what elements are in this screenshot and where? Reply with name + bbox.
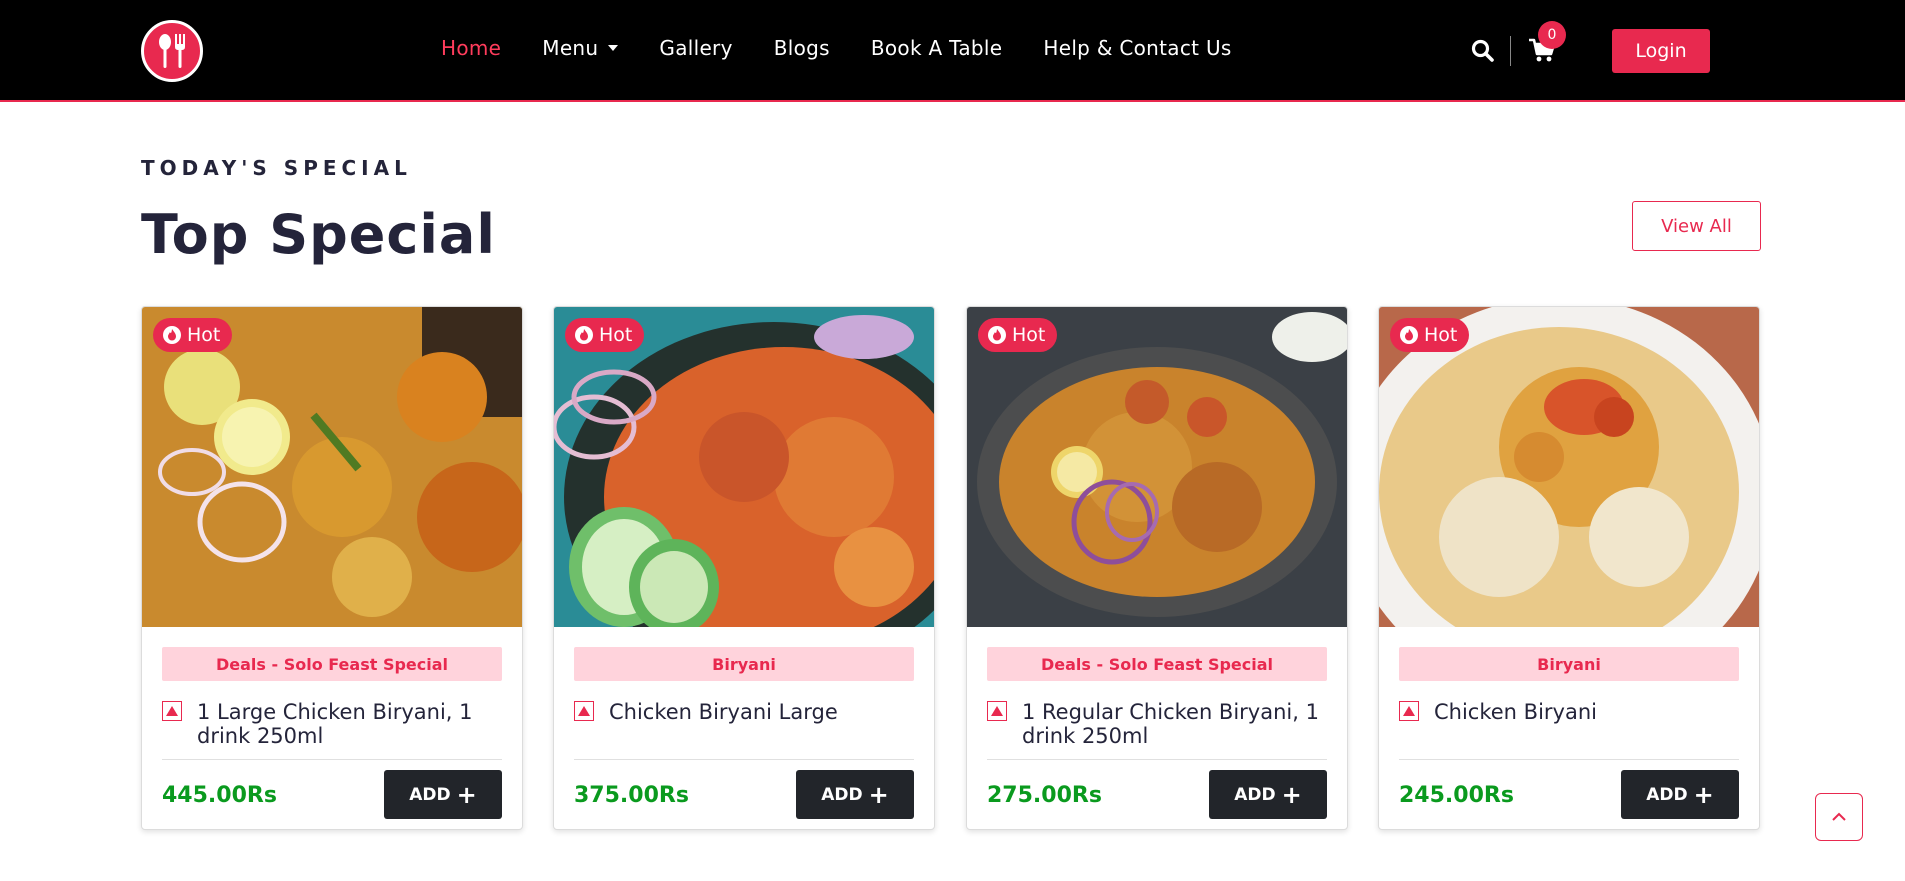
product-card: Hot Deals - Solo Feast Special 1 Large C…	[141, 306, 523, 830]
product-name[interactable]: Chicken Biryani	[1434, 700, 1744, 724]
fork-spoon-icon	[159, 34, 185, 68]
flame-icon	[575, 326, 593, 344]
non-veg-icon	[987, 701, 1007, 721]
add-button-label: ADD	[1646, 784, 1688, 805]
plus-icon: +	[1693, 780, 1714, 809]
chevron-up-icon	[1832, 812, 1846, 821]
product-price: 275.00Rs	[987, 783, 1102, 808]
nav-link-gallery[interactable]: Gallery	[659, 36, 732, 60]
add-to-cart-button[interactable]: ADD +	[1209, 770, 1327, 819]
hot-badge-label: Hot	[1012, 324, 1046, 346]
non-veg-icon	[162, 701, 182, 721]
flame-icon	[988, 326, 1006, 344]
product-name[interactable]: 1 Large Chicken Biryani, 1 drink 250ml	[197, 700, 507, 748]
non-veg-icon	[574, 701, 594, 721]
nav-link-menu[interactable]: Menu	[542, 36, 619, 60]
plus-icon: +	[868, 780, 889, 809]
biryani-photo	[142, 307, 522, 627]
product-card: Hot Biryani Chicken Biryani Large 375.00…	[553, 306, 935, 830]
nav-link-blogs[interactable]: Blogs	[774, 36, 830, 60]
category-tag: Biryani	[574, 647, 914, 681]
non-veg-icon	[1399, 701, 1419, 721]
category-tag: Biryani	[1399, 647, 1739, 681]
hot-badge-label: Hot	[599, 324, 633, 346]
hot-badge: Hot	[1390, 318, 1470, 352]
add-to-cart-button[interactable]: ADD +	[384, 770, 502, 819]
hot-badge-label: Hot	[1424, 324, 1458, 346]
product-card: Hot Biryani Chicken Biryani 245.00Rs ADD…	[1378, 306, 1760, 830]
product-image[interactable]: Hot	[1379, 307, 1759, 627]
main-nav: Home Menu Gallery Blogs Book A Table Hel…	[441, 36, 1273, 60]
scroll-to-top-button[interactable]	[1815, 793, 1863, 841]
plus-icon: +	[456, 780, 477, 809]
nav-link-home[interactable]: Home	[441, 36, 501, 60]
caret-down-icon	[608, 44, 619, 51]
add-to-cart-button[interactable]: ADD +	[796, 770, 914, 819]
nav-link-book-a-table[interactable]: Book A Table	[871, 36, 1003, 60]
search-icon	[1471, 39, 1494, 62]
add-button-label: ADD	[821, 784, 863, 805]
biryani-photo	[1379, 307, 1759, 627]
view-all-button[interactable]: View All	[1632, 201, 1761, 251]
search-button[interactable]	[1470, 38, 1496, 64]
plus-icon: +	[1281, 780, 1302, 809]
nav-link-help-contact[interactable]: Help & Contact Us	[1043, 36, 1231, 60]
flame-icon	[1400, 326, 1418, 344]
product-name[interactable]: 1 Regular Chicken Biryani, 1 drink 250ml	[1022, 700, 1332, 748]
nav-divider	[1510, 36, 1511, 66]
add-to-cart-button[interactable]: ADD +	[1621, 770, 1739, 819]
product-price: 375.00Rs	[574, 783, 689, 808]
restaurant-logo[interactable]	[141, 20, 203, 82]
card-divider	[574, 759, 914, 760]
add-button-label: ADD	[1234, 784, 1276, 805]
section-title: Top Special	[141, 203, 496, 266]
card-divider	[987, 759, 1327, 760]
card-divider	[1399, 759, 1739, 760]
hot-badge: Hot	[565, 318, 645, 352]
card-divider	[162, 759, 502, 760]
section-eyebrow: TODAY'S SPECIAL	[141, 156, 412, 180]
product-card: Hot Deals - Solo Feast Special 1 Regular…	[966, 306, 1348, 830]
product-price: 445.00Rs	[162, 783, 277, 808]
hot-badge: Hot	[978, 318, 1058, 352]
biryani-photo	[967, 307, 1347, 627]
hot-badge: Hot	[153, 318, 233, 352]
login-button[interactable]: Login	[1612, 29, 1710, 73]
product-image[interactable]: Hot	[142, 307, 522, 627]
flame-icon	[163, 326, 181, 344]
product-image[interactable]: Hot	[554, 307, 934, 627]
product-image[interactable]: Hot	[967, 307, 1347, 627]
product-name[interactable]: Chicken Biryani Large	[609, 700, 919, 724]
cart-count-badge: 0	[1538, 21, 1566, 49]
product-price: 245.00Rs	[1399, 783, 1514, 808]
biryani-photo	[554, 307, 934, 627]
add-button-label: ADD	[409, 784, 451, 805]
top-navbar: Home Menu Gallery Blogs Book A Table Hel…	[0, 0, 1905, 102]
hot-badge-label: Hot	[187, 324, 221, 346]
category-tag: Deals - Solo Feast Special	[987, 647, 1327, 681]
nav-link-menu-label: Menu	[542, 36, 599, 60]
category-tag: Deals - Solo Feast Special	[162, 647, 502, 681]
